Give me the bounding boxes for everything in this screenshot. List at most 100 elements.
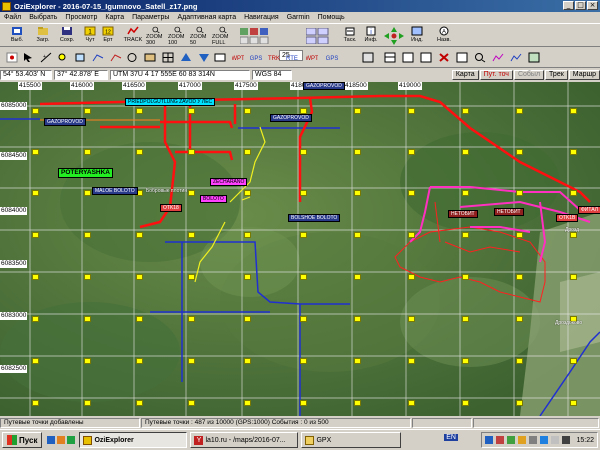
track-tool-icon[interactable] xyxy=(110,52,122,63)
tray-bluetooth-icon[interactable] xyxy=(540,436,549,444)
arrow-up-icon[interactable] xyxy=(180,52,192,63)
zoom-300-button[interactable]: ZOOM 300 xyxy=(146,26,166,46)
waypoint-label[interactable]: НЕТОБИТ xyxy=(448,210,478,218)
select-button[interactable]: Выб. xyxy=(6,26,28,46)
map-view[interactable]: 415500 416000 416500 417000 417500 41800… xyxy=(0,82,600,416)
menu-params[interactable]: Параметры xyxy=(132,14,169,21)
waypoint-label[interactable]: GAZOPROVOD xyxy=(44,118,86,126)
minimize-button[interactable]: _ xyxy=(563,1,574,10)
grid-tile-marker xyxy=(244,190,251,196)
language-indicator[interactable]: EN xyxy=(444,434,458,441)
event-tool-icon[interactable] xyxy=(74,52,86,63)
waypoint-label[interactable]: ФИТАЛ xyxy=(578,206,600,214)
tray-antivirus-icon[interactable] xyxy=(496,436,505,444)
tray-update-icon[interactable] xyxy=(518,436,527,444)
moving-map-icon[interactable] xyxy=(528,52,540,63)
menu-map[interactable]: Карта xyxy=(105,14,124,21)
start-button[interactable]: Пуск xyxy=(2,432,43,448)
tray-network-icon[interactable] xyxy=(485,436,494,444)
waypoint-label[interactable]: GAZOPROVOD xyxy=(270,114,312,122)
mode-map-button[interactable]: Карта xyxy=(451,70,479,80)
map-canvas[interactable] xyxy=(0,82,600,416)
taskbar-item-ozi[interactable]: OziExplorer xyxy=(79,432,188,448)
tray-usb-icon[interactable] xyxy=(562,436,571,444)
map-tools-icons[interactable] xyxy=(240,28,274,44)
waypoint-add-icon[interactable] xyxy=(56,52,68,63)
menu-navigation[interactable]: Навигация xyxy=(244,14,279,21)
mode-waypoints-button[interactable]: Пут. точ xyxy=(479,70,513,80)
trend-icon[interactable] xyxy=(510,52,522,63)
mode-track-button[interactable]: Трек xyxy=(545,70,568,80)
gps-receive-icon[interactable]: GPS xyxy=(250,52,262,63)
tray-app-icon[interactable] xyxy=(507,436,516,444)
zoom-full-button[interactable]: ZOOM FULL xyxy=(212,26,234,46)
taskbar-item-gpx[interactable]: GPX xyxy=(301,432,402,448)
close-button[interactable]: × xyxy=(587,1,598,10)
route-tool-icon[interactable] xyxy=(92,52,104,63)
menu-garmin[interactable]: Garmin xyxy=(287,14,310,21)
menu-view[interactable]: Просмотр xyxy=(65,14,97,21)
waypoint-label[interactable]: OTK1B xyxy=(556,214,579,222)
waypoint-label[interactable]: ZECHARANO xyxy=(210,178,248,186)
send-icon[interactable]: WPT xyxy=(306,52,318,63)
map-layer-icon[interactable] xyxy=(144,52,156,63)
name-button[interactable]: A Назв. xyxy=(434,26,454,46)
menu-select[interactable]: Выбрать xyxy=(29,14,57,21)
mode-events-button[interactable]: Собыл xyxy=(513,70,545,80)
grid-tool-icon[interactable] xyxy=(162,52,174,63)
delete-icon[interactable] xyxy=(438,52,450,63)
waypoint-label[interactable]: GAZOPROVOD xyxy=(303,82,345,90)
cursor-tool-icon[interactable] xyxy=(22,52,34,63)
task-button[interactable]: Таск. xyxy=(340,26,360,46)
grid-view-icon[interactable] xyxy=(384,52,396,63)
waypoint-label[interactable]: НЕТОБИТ xyxy=(494,208,524,216)
waypoint-label[interactable]: MALOE BOLOTO xyxy=(92,187,138,195)
gps-tool-icon[interactable] xyxy=(126,52,138,63)
track-button[interactable]: TRACK xyxy=(122,26,144,46)
receive-icon[interactable]: GPS xyxy=(326,52,338,63)
zoom-in-button[interactable]: 12 Ерт xyxy=(100,26,116,46)
measure-tool-icon[interactable]: + xyxy=(40,52,52,63)
profile-icon[interactable] xyxy=(492,52,504,63)
route-dl-icon[interactable]: RTE xyxy=(286,52,298,63)
name-search-icon[interactable] xyxy=(214,52,226,63)
trk-tool-icon[interactable]: TRK xyxy=(268,52,280,63)
coord-icon[interactable] xyxy=(420,52,432,63)
navigation-pad-icon[interactable] xyxy=(384,27,404,45)
menu-help[interactable]: Помощь xyxy=(318,14,345,21)
waypoint-label[interactable]: BOLOTO xyxy=(200,195,227,203)
waypoint-label[interactable]: BOLSHOE BOLOTO xyxy=(288,214,341,222)
tray-display-icon[interactable] xyxy=(551,436,560,444)
save-button[interactable]: Сохр. xyxy=(56,26,78,46)
indicator-button[interactable]: Инд. xyxy=(408,26,426,46)
zoom-arrows-icons[interactable] xyxy=(306,28,340,44)
zoom-out-button[interactable]: 1 Чут xyxy=(82,26,98,46)
info-button[interactable]: i Инф. xyxy=(362,26,380,46)
grid-tile-marker xyxy=(408,316,415,322)
grid-tile-marker xyxy=(84,274,91,280)
wpt-tool-icon[interactable]: WPT xyxy=(232,52,244,63)
status-bar: Путевые точки добавлены Путевые точки : … xyxy=(0,417,600,428)
table-icon[interactable] xyxy=(402,52,414,63)
zoom-50-button[interactable]: ZOOM 50 xyxy=(190,26,210,46)
zoom-100-button[interactable]: ZOOM 100 xyxy=(168,26,188,46)
quick-launch-icons[interactable] xyxy=(46,434,76,446)
taskbar-item-browser[interactable]: Y la10.ru - /maps/2016-07... xyxy=(190,432,299,448)
waypoint-label[interactable]: PRIEDPOLGUTLUNG ZAVOD У ЛЕС xyxy=(125,98,216,106)
tray-volume-icon[interactable] xyxy=(529,436,538,444)
load-button[interactable]: Загр. xyxy=(32,26,54,46)
layers-icon[interactable] xyxy=(362,52,374,63)
waypoint-tool-icon[interactable] xyxy=(6,52,18,63)
waypoint-list-icon[interactable] xyxy=(456,52,468,63)
waypoint-label[interactable]: POTERYASHKA xyxy=(58,168,114,178)
magnifier-icon[interactable] xyxy=(474,52,486,63)
taskbar-clock[interactable]: 15:22 xyxy=(576,437,594,444)
menu-adaptive-map[interactable]: Адаптивная карта xyxy=(177,14,236,21)
arrow-down-icon[interactable] xyxy=(198,52,210,63)
waypoint-label[interactable]: OTK18 xyxy=(160,204,182,212)
app-icon xyxy=(2,1,11,11)
menu-file[interactable]: Файл xyxy=(4,14,21,21)
mode-route-button[interactable]: Маршр xyxy=(568,70,600,80)
maximize-button[interactable]: □ xyxy=(575,1,586,10)
grid-tile-marker xyxy=(84,108,91,114)
